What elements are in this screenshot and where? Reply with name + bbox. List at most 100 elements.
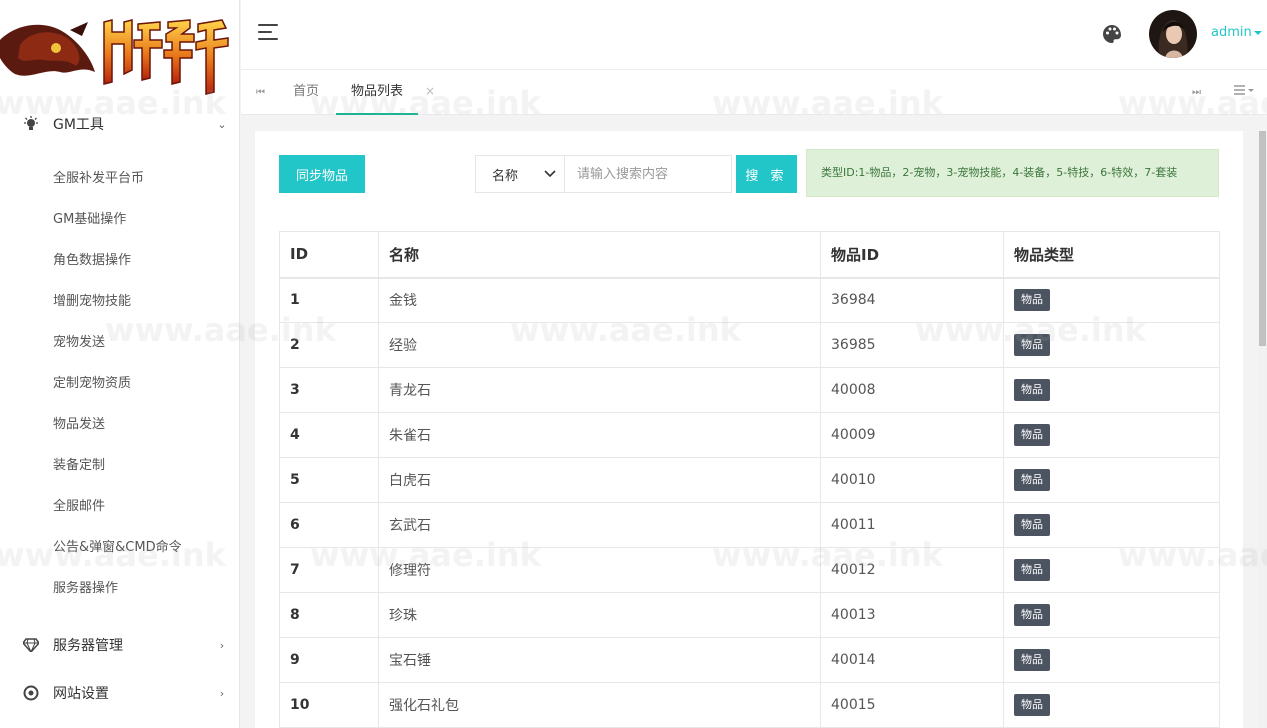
sidebar-item[interactable]: 角色数据操作 [0, 240, 239, 281]
select-value: 名称 [492, 168, 519, 184]
cell-item-id: 40015 [820, 682, 1004, 728]
top-header: admin [241, 0, 1267, 70]
cell-name: 玄武石 [378, 502, 821, 548]
column-header-item-type: 物品类型 [1003, 231, 1220, 279]
sidebar-item[interactable]: 装备定制 [0, 445, 239, 486]
table-row[interactable]: 10 强化石礼包 40015 物品 [279, 682, 1220, 728]
sidebar-item[interactable]: GM基础操作 [0, 199, 239, 240]
table-row[interactable]: 5 白虎石 40010 物品 [279, 457, 1220, 503]
nav-group-label: 网站设置 [53, 686, 109, 702]
cell-id: 1 [279, 277, 379, 323]
cell-name: 宝石锤 [378, 637, 821, 683]
logo[interactable] [0, 0, 239, 100]
cell-name: 朱雀石 [378, 412, 821, 458]
cell-id: 2 [279, 322, 379, 368]
search-button[interactable]: 搜 索 [736, 155, 797, 193]
type-badge: 物品 [1014, 559, 1050, 581]
chevron-right-icon: › [219, 686, 225, 700]
sidebar-item[interactable]: 宠物发送 [0, 322, 239, 363]
avatar[interactable] [1149, 10, 1197, 58]
cell-type: 物品 [1003, 457, 1220, 503]
type-badge: 物品 [1014, 289, 1050, 312]
nav-group-gm-tools[interactable]: GM工具 ⌄ [0, 100, 239, 148]
table-row[interactable]: 8 珍珠 40013 物品 [279, 592, 1220, 638]
table-row[interactable]: 1 金钱 36984 物品 [279, 277, 1220, 323]
type-badge: 物品 [1014, 649, 1050, 671]
cell-item-id: 36985 [820, 322, 1004, 368]
sidebar-item[interactable]: 全服补发平台币 [0, 158, 239, 199]
chevron-right-icon: › [219, 638, 225, 652]
sidebar-item[interactable]: 全服邮件 [0, 486, 239, 527]
menu-toggle-icon[interactable] [258, 24, 278, 42]
table-row[interactable]: 2 经验 36985 物品 [279, 322, 1220, 368]
search-field-select[interactable]: 名称 [475, 155, 565, 193]
search-input[interactable] [565, 155, 732, 193]
gm-tools-submenu: 全服补发平台币 GM基础操作 角色数据操作 增删宠物技能 宠物发送 定制宠物资质… [0, 148, 239, 621]
column-header-name: 名称 [378, 231, 821, 279]
cell-item-id: 40009 [820, 412, 1004, 458]
table-body: 1 金钱 36984 物品 2 经验 36985 物品 3 青龙石 40008 物品 4 朱雀石 40009… [279, 277, 1220, 728]
table-row[interactable]: 7 修理符 40012 物品 [279, 547, 1220, 593]
nav-group-label: GM工具 [53, 117, 104, 133]
tabs-bar: ⏮ 首页 物品列表 × ⏭ [241, 70, 1267, 115]
diamond-icon [22, 636, 40, 654]
cell-name: 珍珠 [378, 592, 821, 638]
content-panel: 同步物品 名称 搜 索 类型ID:1-物品，2-宠物，3-宠物技能，4-装备，5… [255, 131, 1243, 728]
cell-type: 物品 [1003, 412, 1220, 458]
cell-name: 强化石礼包 [378, 682, 821, 728]
tab-scroll-right-icon[interactable]: ⏭ [1192, 70, 1201, 115]
sidebar-item[interactable]: 定制宠物资质 [0, 363, 239, 404]
cell-item-id: 40011 [820, 502, 1004, 548]
scrollbar-thumb[interactable] [1259, 131, 1266, 346]
nav-group-site-settings[interactable]: 网站设置 › [0, 669, 239, 717]
cell-type: 物品 [1003, 322, 1220, 368]
type-badge: 物品 [1014, 604, 1050, 626]
type-badge: 物品 [1014, 514, 1050, 536]
tab-scroll-left-icon[interactable]: ⏮ [256, 70, 265, 115]
cell-type: 物品 [1003, 277, 1220, 323]
palette-icon[interactable] [1102, 24, 1122, 48]
cell-item-id: 40008 [820, 367, 1004, 413]
cell-item-id: 40010 [820, 457, 1004, 503]
chevron-down-icon: ⌄ [217, 117, 227, 131]
cell-id: 5 [279, 457, 379, 503]
table-row[interactable]: 4 朱雀石 40009 物品 [279, 412, 1220, 458]
cell-item-id: 36984 [820, 277, 1004, 323]
close-icon[interactable]: × [425, 70, 435, 115]
settings-icon [22, 684, 40, 702]
type-badge: 物品 [1014, 334, 1050, 356]
user-menu[interactable]: admin [1211, 25, 1262, 40]
table-row[interactable]: 6 玄武石 40011 物品 [279, 502, 1220, 548]
sidebar-item[interactable]: 物品发送 [0, 404, 239, 445]
cell-id: 9 [279, 637, 379, 683]
sidebar-item[interactable]: 服务器操作 [0, 568, 239, 609]
table-header-row: ID 名称 物品ID 物品类型 [279, 231, 1220, 279]
column-header-item-id: 物品ID [820, 231, 1004, 279]
sync-items-button[interactable]: 同步物品 [279, 155, 365, 193]
type-badge: 物品 [1014, 469, 1050, 491]
tab-item-list[interactable]: 物品列表 [336, 70, 419, 115]
cell-type: 物品 [1003, 637, 1220, 683]
cell-type: 物品 [1003, 547, 1220, 593]
sidebar-item[interactable]: 公告&弹窗&CMD命令 [0, 527, 239, 568]
type-badge: 物品 [1014, 694, 1050, 716]
tab-home[interactable]: 首页 [293, 70, 319, 115]
cell-type: 物品 [1003, 502, 1220, 548]
item-table: ID 名称 物品ID 物品类型 1 金钱 36984 物品 2 经验 36985 物品 3 青龙石… [279, 231, 1220, 728]
cell-name: 经验 [378, 322, 821, 368]
logo-image [0, 19, 229, 95]
tab-options-icon[interactable] [1234, 83, 1256, 101]
cell-id: 10 [279, 682, 379, 728]
nav-group-server-management[interactable]: 服务器管理 › [0, 621, 239, 669]
cell-id: 7 [279, 547, 379, 593]
table-row[interactable]: 9 宝石锤 40014 物品 [279, 637, 1220, 683]
username: admin [1211, 25, 1252, 40]
cell-type: 物品 [1003, 592, 1220, 638]
cell-id: 8 [279, 592, 379, 638]
cell-name: 修理符 [378, 547, 821, 593]
scrollbar[interactable] [1258, 131, 1267, 728]
cell-item-id: 40014 [820, 637, 1004, 683]
sidebar-item[interactable]: 增删宠物技能 [0, 281, 239, 322]
table-row[interactable]: 3 青龙石 40008 物品 [279, 367, 1220, 413]
type-badge: 物品 [1014, 424, 1050, 446]
